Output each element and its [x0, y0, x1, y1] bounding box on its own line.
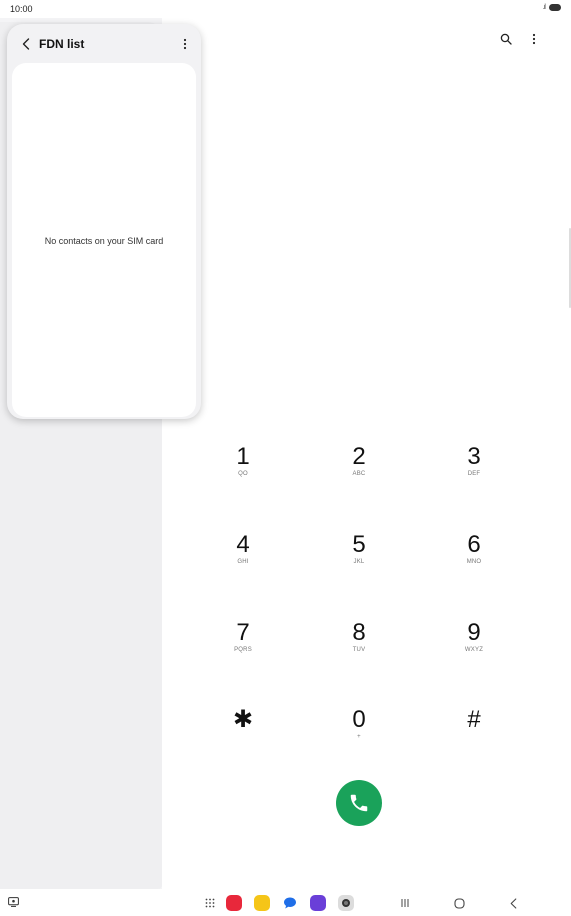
dial-key-letters: PQRS — [234, 647, 252, 653]
dial-key-digit: 1 — [236, 443, 250, 470]
empty-state-message: No contacts on your SIM card — [44, 236, 164, 246]
phone-icon — [350, 794, 368, 812]
dial-key-letters: WXYZ — [464, 647, 484, 653]
dial-key-digit: 2 — [352, 443, 366, 470]
fdn-header: FDN list — [7, 24, 201, 64]
chevron-left-icon[interactable] — [19, 36, 33, 52]
dial-key-hash[interactable]: # — [434, 707, 514, 767]
more-options-icon[interactable] — [527, 32, 541, 46]
page-title: FDN list — [39, 37, 85, 51]
dialer-actions — [499, 32, 541, 46]
call-button[interactable] — [336, 780, 382, 826]
back-icon[interactable] — [506, 896, 520, 910]
dial-key-digit: 8 — [352, 619, 366, 646]
dial-key-letters: + — [357, 734, 361, 740]
dial-key-digit: 6 — [467, 531, 481, 558]
battery-icon — [549, 4, 561, 11]
home-icon[interactable] — [452, 896, 466, 910]
dial-key-digit: 5 — [352, 531, 366, 558]
messages-app-icon[interactable] — [282, 895, 298, 911]
fdn-list-content: No contacts on your SIM card — [12, 63, 196, 417]
camera-app-icon[interactable] — [338, 895, 354, 911]
dial-key-8[interactable]: 8 TUV — [319, 620, 399, 680]
dial-key-digit: 0 — [352, 706, 366, 733]
dial-key-digit: 7 — [236, 619, 250, 646]
dial-key-7[interactable]: 7 PQRS — [203, 620, 283, 680]
more-vertical-icon[interactable] — [183, 37, 187, 55]
navigation-bar — [0, 889, 571, 916]
dial-key-4[interactable]: 4 GHI — [203, 532, 283, 592]
folder-app-icon[interactable] — [254, 895, 270, 911]
dial-key-digit: 3 — [467, 443, 481, 470]
dial-key-letters: MNO — [466, 559, 482, 565]
dial-key-star[interactable]: ✱ — [203, 707, 283, 767]
dial-key-letters: TUV — [352, 647, 366, 653]
dial-key-0[interactable]: 0 + — [319, 707, 399, 767]
dial-key-letters: DEF — [467, 471, 481, 477]
search-icon[interactable] — [499, 32, 513, 46]
status-icons: .ıl — [543, 4, 561, 11]
dial-key-9[interactable]: 9 WXYZ — [434, 620, 514, 680]
recents-icon[interactable] — [398, 896, 412, 910]
dial-key-digit: 9 — [467, 619, 481, 646]
dial-key-6[interactable]: 6 MNO — [434, 532, 514, 592]
dial-key-digit: # — [467, 706, 481, 733]
app-red-icon[interactable] — [226, 895, 242, 911]
browser-app-icon[interactable] — [310, 895, 326, 911]
status-bar: 10:00 .ıl — [0, 0, 571, 18]
dial-key-1[interactable]: 1 QO — [203, 444, 283, 504]
dial-key-digit: ✱ — [232, 706, 254, 733]
dial-key-2[interactable]: 2 ABC — [319, 444, 399, 504]
dial-key-letters: JKL — [353, 559, 365, 565]
signal-icon: .ıl — [542, 4, 547, 11]
dial-key-letters: GHI — [237, 559, 249, 565]
dial-key-digit: 4 — [236, 531, 250, 558]
dial-key-letters: ABC — [352, 471, 366, 477]
dial-key-5[interactable]: 5 JKL — [319, 532, 399, 592]
fdn-list-panel: FDN list No contacts on your SIM card — [7, 24, 201, 419]
dial-key-3[interactable]: 3 DEF — [434, 444, 514, 504]
screen-capture-icon[interactable] — [6, 895, 20, 909]
app-grid-icon[interactable] — [203, 896, 217, 910]
status-time: 10:00 — [10, 4, 33, 14]
dialer-pane: 1 QO 2 ABC 3 DEF 4 GHI 5 JKL 6 MNO 7 PQR… — [162, 18, 571, 889]
voicemail-icon: QO — [238, 471, 248, 477]
